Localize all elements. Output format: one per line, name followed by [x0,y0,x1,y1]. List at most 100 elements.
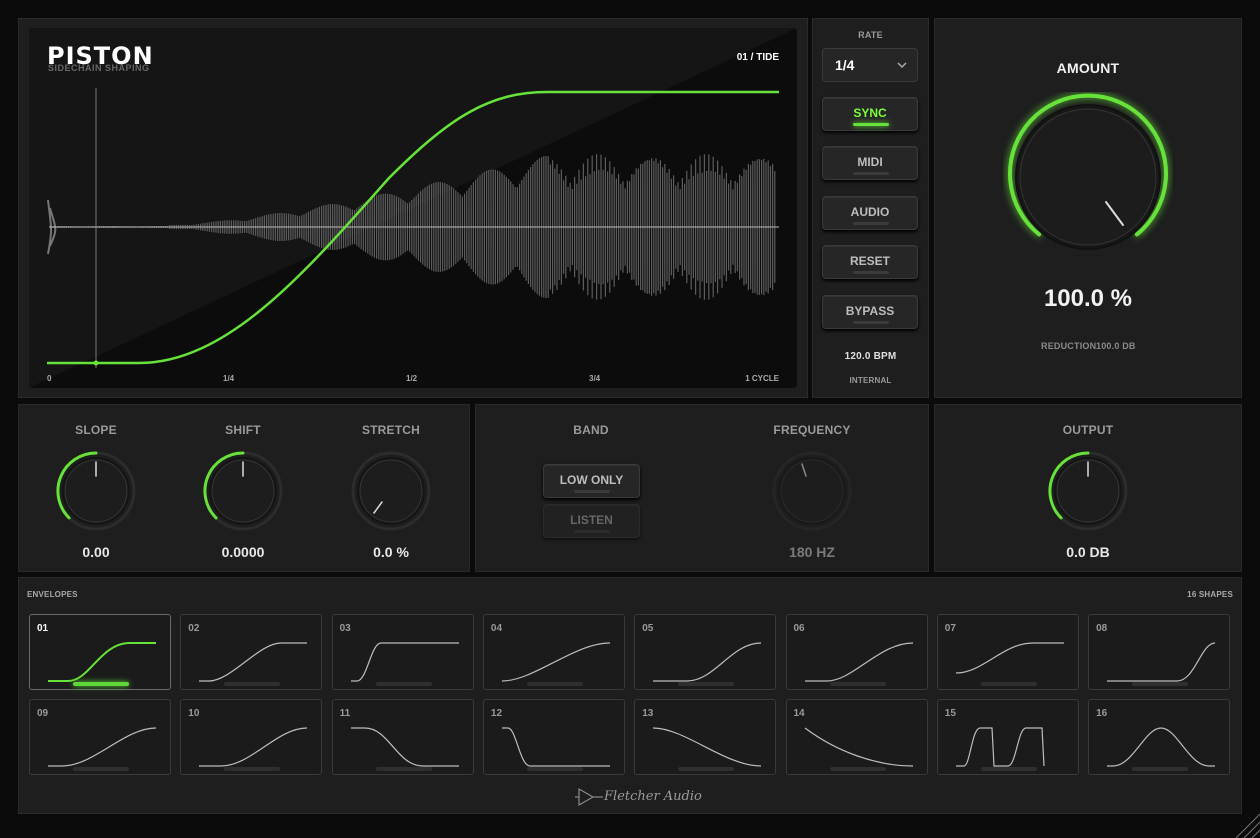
sync-button[interactable]: SYNC [822,97,918,131]
playhead-node [93,360,99,366]
footer-logo-text: Fletcher Audio [604,789,702,804]
reset-led [853,271,889,274]
tick-three-quarter: 3/4 [589,374,601,383]
envelope-tile-shape [1107,727,1216,767]
output-value: 0.0 DB [1066,544,1110,560]
envelope-tile-indicator [224,682,281,686]
envelope-tile-02[interactable]: 02 [180,614,323,690]
envelope-tile-indicator [526,682,583,686]
listen-button[interactable]: LISTEN [543,504,640,538]
midi-label: MIDI [857,155,883,169]
envelopes-label: ENVELOPES [27,590,78,599]
envelope-tile-12[interactable]: 12 [482,699,625,775]
envelope-tile-indicator [73,767,129,771]
stretch-knob[interactable] [346,446,436,536]
envelope-tile-11[interactable]: 11 [331,699,474,775]
chevron-down-icon [896,58,908,76]
reset-button[interactable]: RESET [822,245,918,279]
frequency-value: 180 HZ [789,544,835,560]
envelope-tile-shape [804,727,913,767]
audio-button[interactable]: AUDIO [822,196,918,230]
envelope-tile-01[interactable]: 01 [29,614,171,690]
midi-led [853,172,889,175]
shift-value: 0.0000 [221,544,265,560]
envelope-tile-shape [199,642,308,682]
logo-icon [575,787,603,807]
envelope-tile-indicator [375,682,432,686]
envelope-tile-shape [1107,642,1216,682]
envelope-tile-shape [48,727,157,767]
envelope-tile-indicator [526,767,583,771]
envelope-graph[interactable] [29,28,797,388]
resize-grip-icon[interactable] [1230,808,1260,838]
frequency-label: FREQUENCY [773,423,851,437]
envelope-tile-shape [350,642,459,682]
envelope-tile-indicator [1132,682,1189,686]
slope-value: 0.00 [82,544,110,560]
envelope-tile-shape [48,642,156,682]
reduction-value: 100.0 DB [1096,341,1136,351]
rate-select[interactable]: 1/4 [822,48,918,82]
shapes-count: 16 SHAPES [1187,590,1233,599]
output-label: OUTPUT [1062,423,1114,437]
envelope-tile-05[interactable]: 05 [634,614,777,690]
brand-subtitle: SIDECHAIN SHAPING [48,63,150,73]
rate-label: RATE [858,30,883,40]
envelope-display[interactable]: PISTON SIDECHAIN SHAPING 01 / TIDE 0 1/4… [29,28,797,388]
envelope-tile-03[interactable]: 03 [331,614,474,690]
stretch-value: 0.0 % [373,544,409,560]
envelope-tile-07[interactable]: 07 [936,614,1079,690]
low-only-button[interactable]: LOW ONLY [543,464,640,498]
envelope-tile-indicator [678,682,735,686]
preset-name[interactable]: 01 / TIDE [737,52,779,63]
bypass-button[interactable]: BYPASS [822,295,918,329]
low-only-led [574,490,610,493]
amount-label: AMOUNT [1056,60,1120,76]
envelope-tile-shape [653,727,762,767]
slope-label: SLOPE [75,423,117,437]
frequency-knob[interactable] [767,446,857,536]
envelope-tile-shape [501,727,610,767]
sync-led [853,123,889,126]
audio-led [853,222,889,225]
envelope-tile-14[interactable]: 14 [785,699,928,775]
tick-0: 0 [47,374,52,383]
envelope-tile-04[interactable]: 04 [482,614,625,690]
envelope-tile-indicator [678,767,735,771]
envelope-tile-10[interactable]: 10 [180,699,323,775]
midi-button[interactable]: MIDI [822,146,918,180]
stretch-label: STRETCH [361,423,421,437]
envelope-tile-16[interactable]: 16 [1088,699,1231,775]
output-knob[interactable] [1043,446,1133,536]
slope-knob[interactable] [51,446,141,536]
envelopes-panel [18,577,1242,814]
bypass-label: BYPASS [845,304,895,318]
amount-knob[interactable] [1003,92,1173,262]
envelope-tile-shape [955,642,1064,674]
reduction-label: REDUCTION [1041,341,1097,351]
envelope-tile-indicator [980,682,1037,686]
bypass-led [853,321,889,324]
envelope-tile-15[interactable]: 15 [936,699,1079,775]
envelope-tile-indicator [980,767,1037,771]
envelope-tile-06[interactable]: 06 [785,614,928,690]
envelope-tile-13[interactable]: 13 [634,699,777,775]
audio-label: AUDIO [850,205,890,219]
envelope-tile-shape [501,642,610,682]
tick-half: 1/2 [406,374,418,383]
envelope-tile-08[interactable]: 08 [1088,614,1231,690]
envelope-tile-indicator [375,767,432,771]
band-label: BAND [573,423,609,437]
envelope-tile-shape [653,642,762,682]
envelope-tile-indicator [829,682,886,686]
envelope-tile-indicator [73,682,129,686]
tempo-bpm: 120.0 BPM [844,351,897,362]
listen-label: LISTEN [570,513,613,527]
envelope-tile-shape [199,727,308,767]
low-only-label: LOW ONLY [559,473,624,487]
sync-label: SYNC [853,106,887,120]
shift-knob[interactable] [198,446,288,536]
envelope-tile-09[interactable]: 09 [29,699,171,775]
envelope-tile-indicator [829,767,886,771]
tick-cycle: 1 CYCLE [745,374,779,383]
